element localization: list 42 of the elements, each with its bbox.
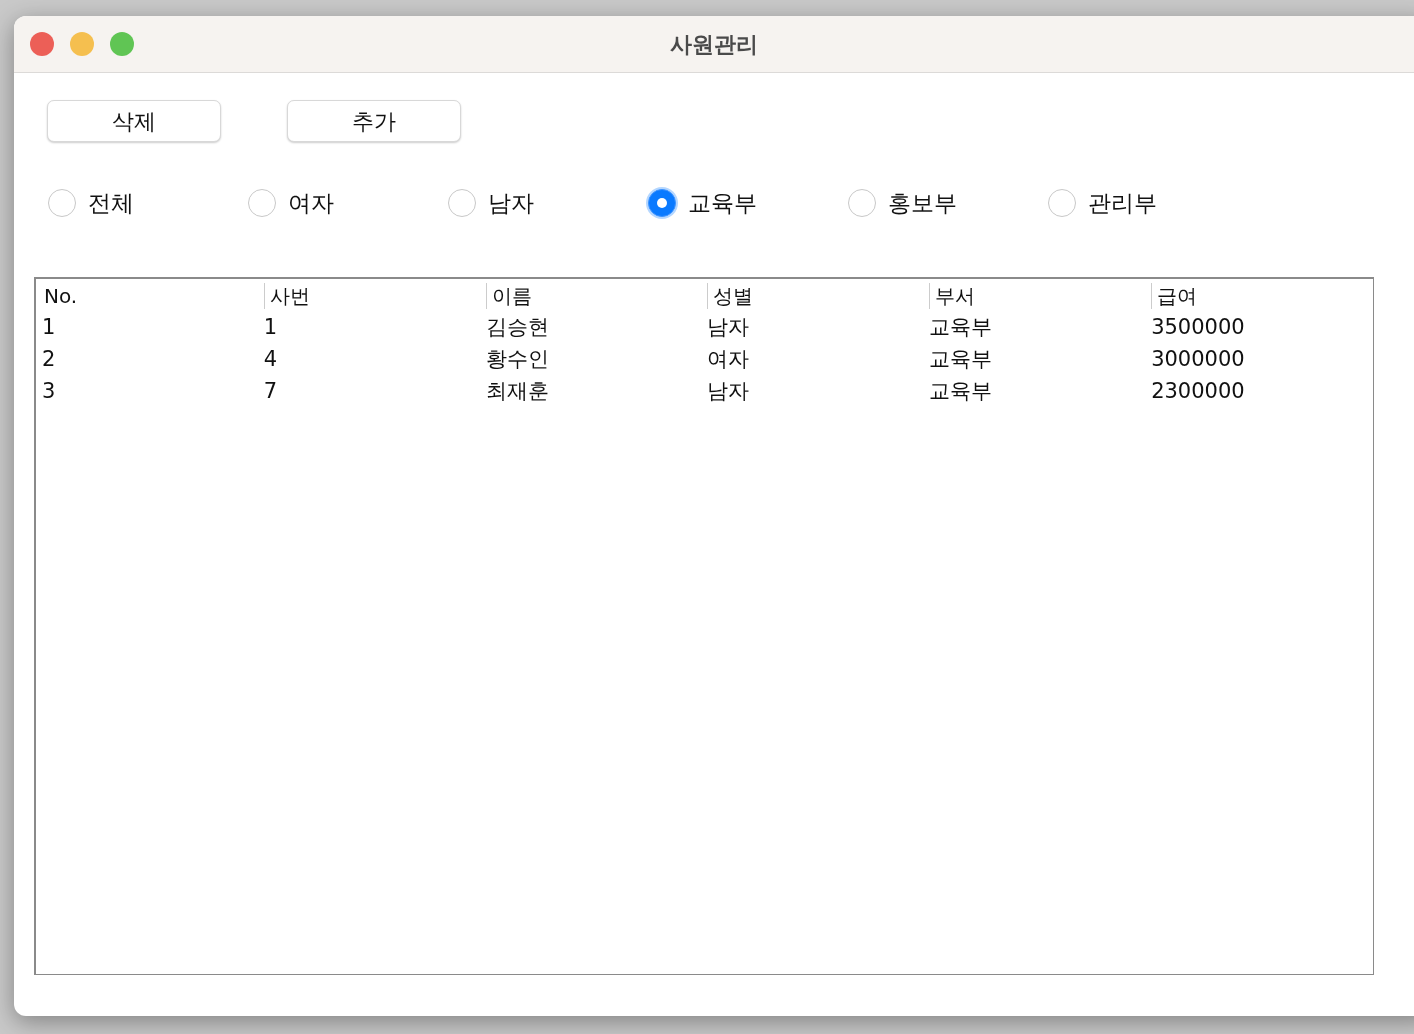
table-cell-text: 1	[263, 313, 279, 341]
zoom-button[interactable]	[110, 32, 134, 56]
table-cell-text: 여자	[707, 345, 751, 373]
radio-button[interactable]	[648, 189, 676, 218]
table-cell-text: 3	[42, 377, 57, 405]
column-header[interactable]: 성별	[707, 282, 930, 309]
column-header[interactable]: 부서	[929, 282, 1152, 309]
table-cell-text: 김승현	[485, 313, 550, 341]
column-header[interactable]: No.	[42, 282, 264, 309]
close-button[interactable]	[30, 32, 54, 56]
table-cell-text: 교육부	[929, 313, 994, 341]
radio-label[interactable]: 홍보부	[888, 186, 957, 221]
radio-label[interactable]: 남자	[488, 186, 534, 221]
table-cell-text: 교육부	[929, 345, 994, 373]
column-header[interactable]: 급여	[1151, 282, 1373, 309]
radio-button[interactable]	[48, 189, 76, 218]
radio-button[interactable]	[248, 189, 276, 218]
table-cell-text: 1	[42, 313, 57, 341]
table-cell-text: 최재훈	[485, 377, 550, 405]
radio-button[interactable]	[848, 189, 876, 218]
table-cell-text: 교육부	[929, 377, 994, 405]
table-cell-text: 7	[263, 377, 279, 405]
radio-label[interactable]: 관리부	[1088, 186, 1157, 221]
radio-label[interactable]: 교육부	[688, 186, 757, 221]
table-cell-text: 남자	[707, 313, 751, 341]
table-cell-text: 4	[263, 345, 279, 373]
table-cell-text: 황수인	[485, 345, 550, 373]
column-header[interactable]: 이름	[485, 282, 708, 309]
radio-button[interactable]	[448, 189, 476, 218]
radio-button[interactable]	[1048, 189, 1076, 218]
window-title: 사원관리	[670, 31, 758, 59]
add-button[interactable]: 추가	[287, 100, 461, 142]
table-cell-text: 남자	[707, 377, 751, 405]
minimize-button[interactable]	[70, 32, 94, 56]
table-cell-text: 3000000	[1151, 345, 1246, 373]
table-cell-text: 3500000	[1151, 313, 1246, 341]
table-cell-text: 2300000	[1151, 377, 1246, 405]
radio-label[interactable]: 여자	[288, 186, 334, 221]
column-header[interactable]: 사번	[263, 282, 486, 309]
delete-button[interactable]: 삭제	[47, 100, 221, 142]
radio-label[interactable]: 전체	[88, 186, 134, 221]
table-cell-text: 2	[42, 345, 57, 373]
